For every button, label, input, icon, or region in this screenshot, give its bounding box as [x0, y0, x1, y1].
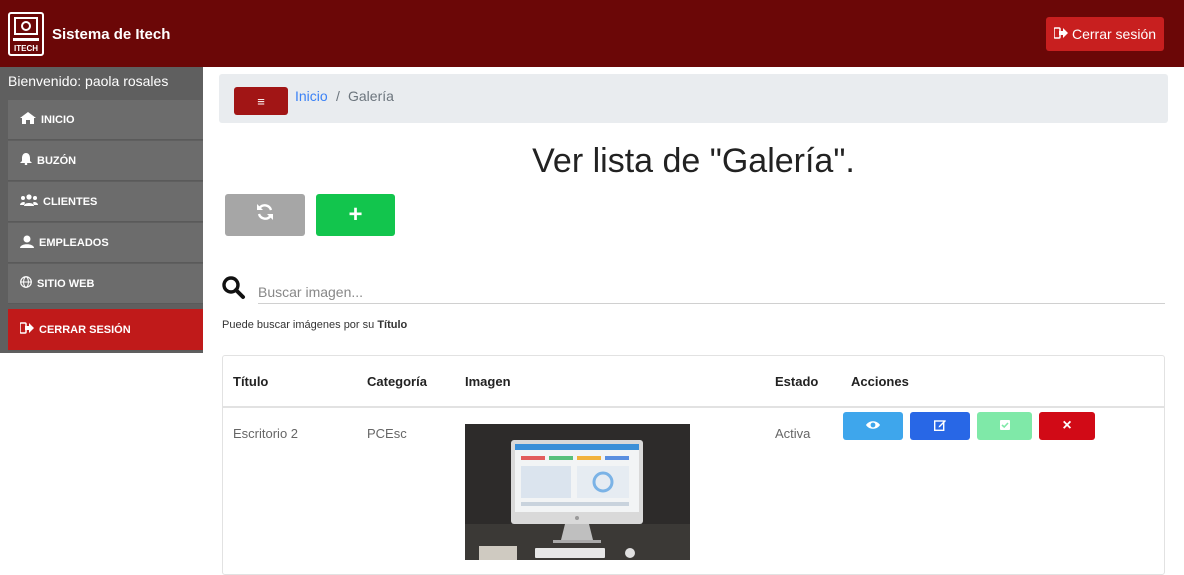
search-help-prefix: Puede buscar imágenes por su — [222, 319, 378, 331]
sidebar-item-cerrar-sesion[interactable]: CERRAR SESIÓN — [8, 309, 203, 351]
cell-estado: Activa — [775, 426, 811, 441]
menu-toggle-button[interactable]: ≡ — [234, 87, 288, 115]
logout-button-label: Cerrar sesión — [1071, 26, 1157, 42]
delete-button[interactable]: × — [1039, 412, 1095, 440]
page-title: Ver lista de "Galería". — [532, 142, 855, 180]
sidebar-item-label: CERRAR SESIÓN — [39, 323, 131, 336]
view-button[interactable] — [843, 412, 903, 440]
sign-out-icon — [1053, 26, 1068, 42]
sidebar-item-label: EMPLEADOS — [39, 236, 109, 249]
user-icon — [20, 235, 34, 251]
refresh-button[interactable] — [225, 194, 305, 236]
gallery-table — [222, 355, 1165, 575]
check-square-icon — [999, 419, 1010, 433]
welcome-text: Bienvenido: paola rosales — [0, 67, 203, 99]
breadcrumb-separator: / — [336, 88, 340, 104]
sign-out-icon — [19, 322, 34, 337]
column-header-categoria: Categoría — [367, 374, 427, 389]
edit-button[interactable] — [910, 412, 970, 440]
search-icon — [222, 276, 246, 305]
users-icon — [20, 194, 38, 209]
column-header-estado: Estado — [775, 374, 819, 389]
table-header-divider — [222, 406, 1165, 408]
column-header-acciones: Acciones — [851, 374, 909, 389]
eye-icon — [866, 419, 880, 433]
sidebar-item-empleados[interactable]: EMPLEADOS — [8, 223, 203, 263]
search-input[interactable] — [258, 280, 1165, 304]
refresh-icon — [256, 203, 274, 227]
sidebar-item-clientes[interactable]: CLIENTES — [8, 182, 203, 222]
close-icon: × — [1062, 417, 1072, 434]
sidebar-item-buzon[interactable]: BUZÓN — [8, 141, 203, 181]
bell-icon — [20, 153, 32, 168]
svg-text:ITECH: ITECH — [14, 44, 38, 53]
add-image-button[interactable]: + — [316, 194, 395, 236]
plus-icon: + — [348, 201, 363, 228]
sidebar-item-label: SITIO WEB — [37, 277, 95, 290]
search-help-text: Puede buscar imágenes por su Título — [222, 319, 407, 331]
sidebar: Bienvenido: paola rosales INICIO BUZÓN C… — [0, 67, 203, 353]
home-icon — [20, 112, 36, 127]
search-help-field: Título — [377, 319, 408, 331]
sidebar-item-label: CLIENTES — [43, 195, 98, 208]
cell-categoria: PCEsc — [367, 426, 407, 441]
app-title: Sistema de Itech — [52, 26, 171, 43]
logout-button[interactable]: Cerrar sesión — [1046, 17, 1164, 51]
sidebar-item-sitio-web[interactable]: SITIO WEB — [8, 264, 203, 304]
breadcrumb-home-link[interactable]: Inicio — [295, 88, 328, 104]
cell-titulo: Escritorio 2 — [233, 426, 299, 441]
breadcrumb: ≡ Inicio / Galería — [219, 74, 1168, 123]
top-navbar: ITECH Sistema de Itech Cerrar sesión — [0, 0, 1184, 67]
column-header-imagen: Imagen — [465, 374, 511, 389]
sidebar-item-label: BUZÓN — [37, 154, 77, 167]
edit-icon — [933, 419, 946, 434]
sidebar-item-label: INICIO — [41, 113, 75, 126]
itech-logo[interactable]: ITECH — [8, 12, 44, 56]
breadcrumb-current: Galería — [348, 88, 394, 104]
column-header-titulo: Título — [233, 374, 269, 389]
sidebar-item-inicio[interactable]: INICIO — [8, 100, 203, 140]
gallery-image-thumbnail — [465, 424, 690, 560]
globe-icon — [20, 276, 32, 291]
toggle-status-button[interactable] — [977, 412, 1032, 440]
